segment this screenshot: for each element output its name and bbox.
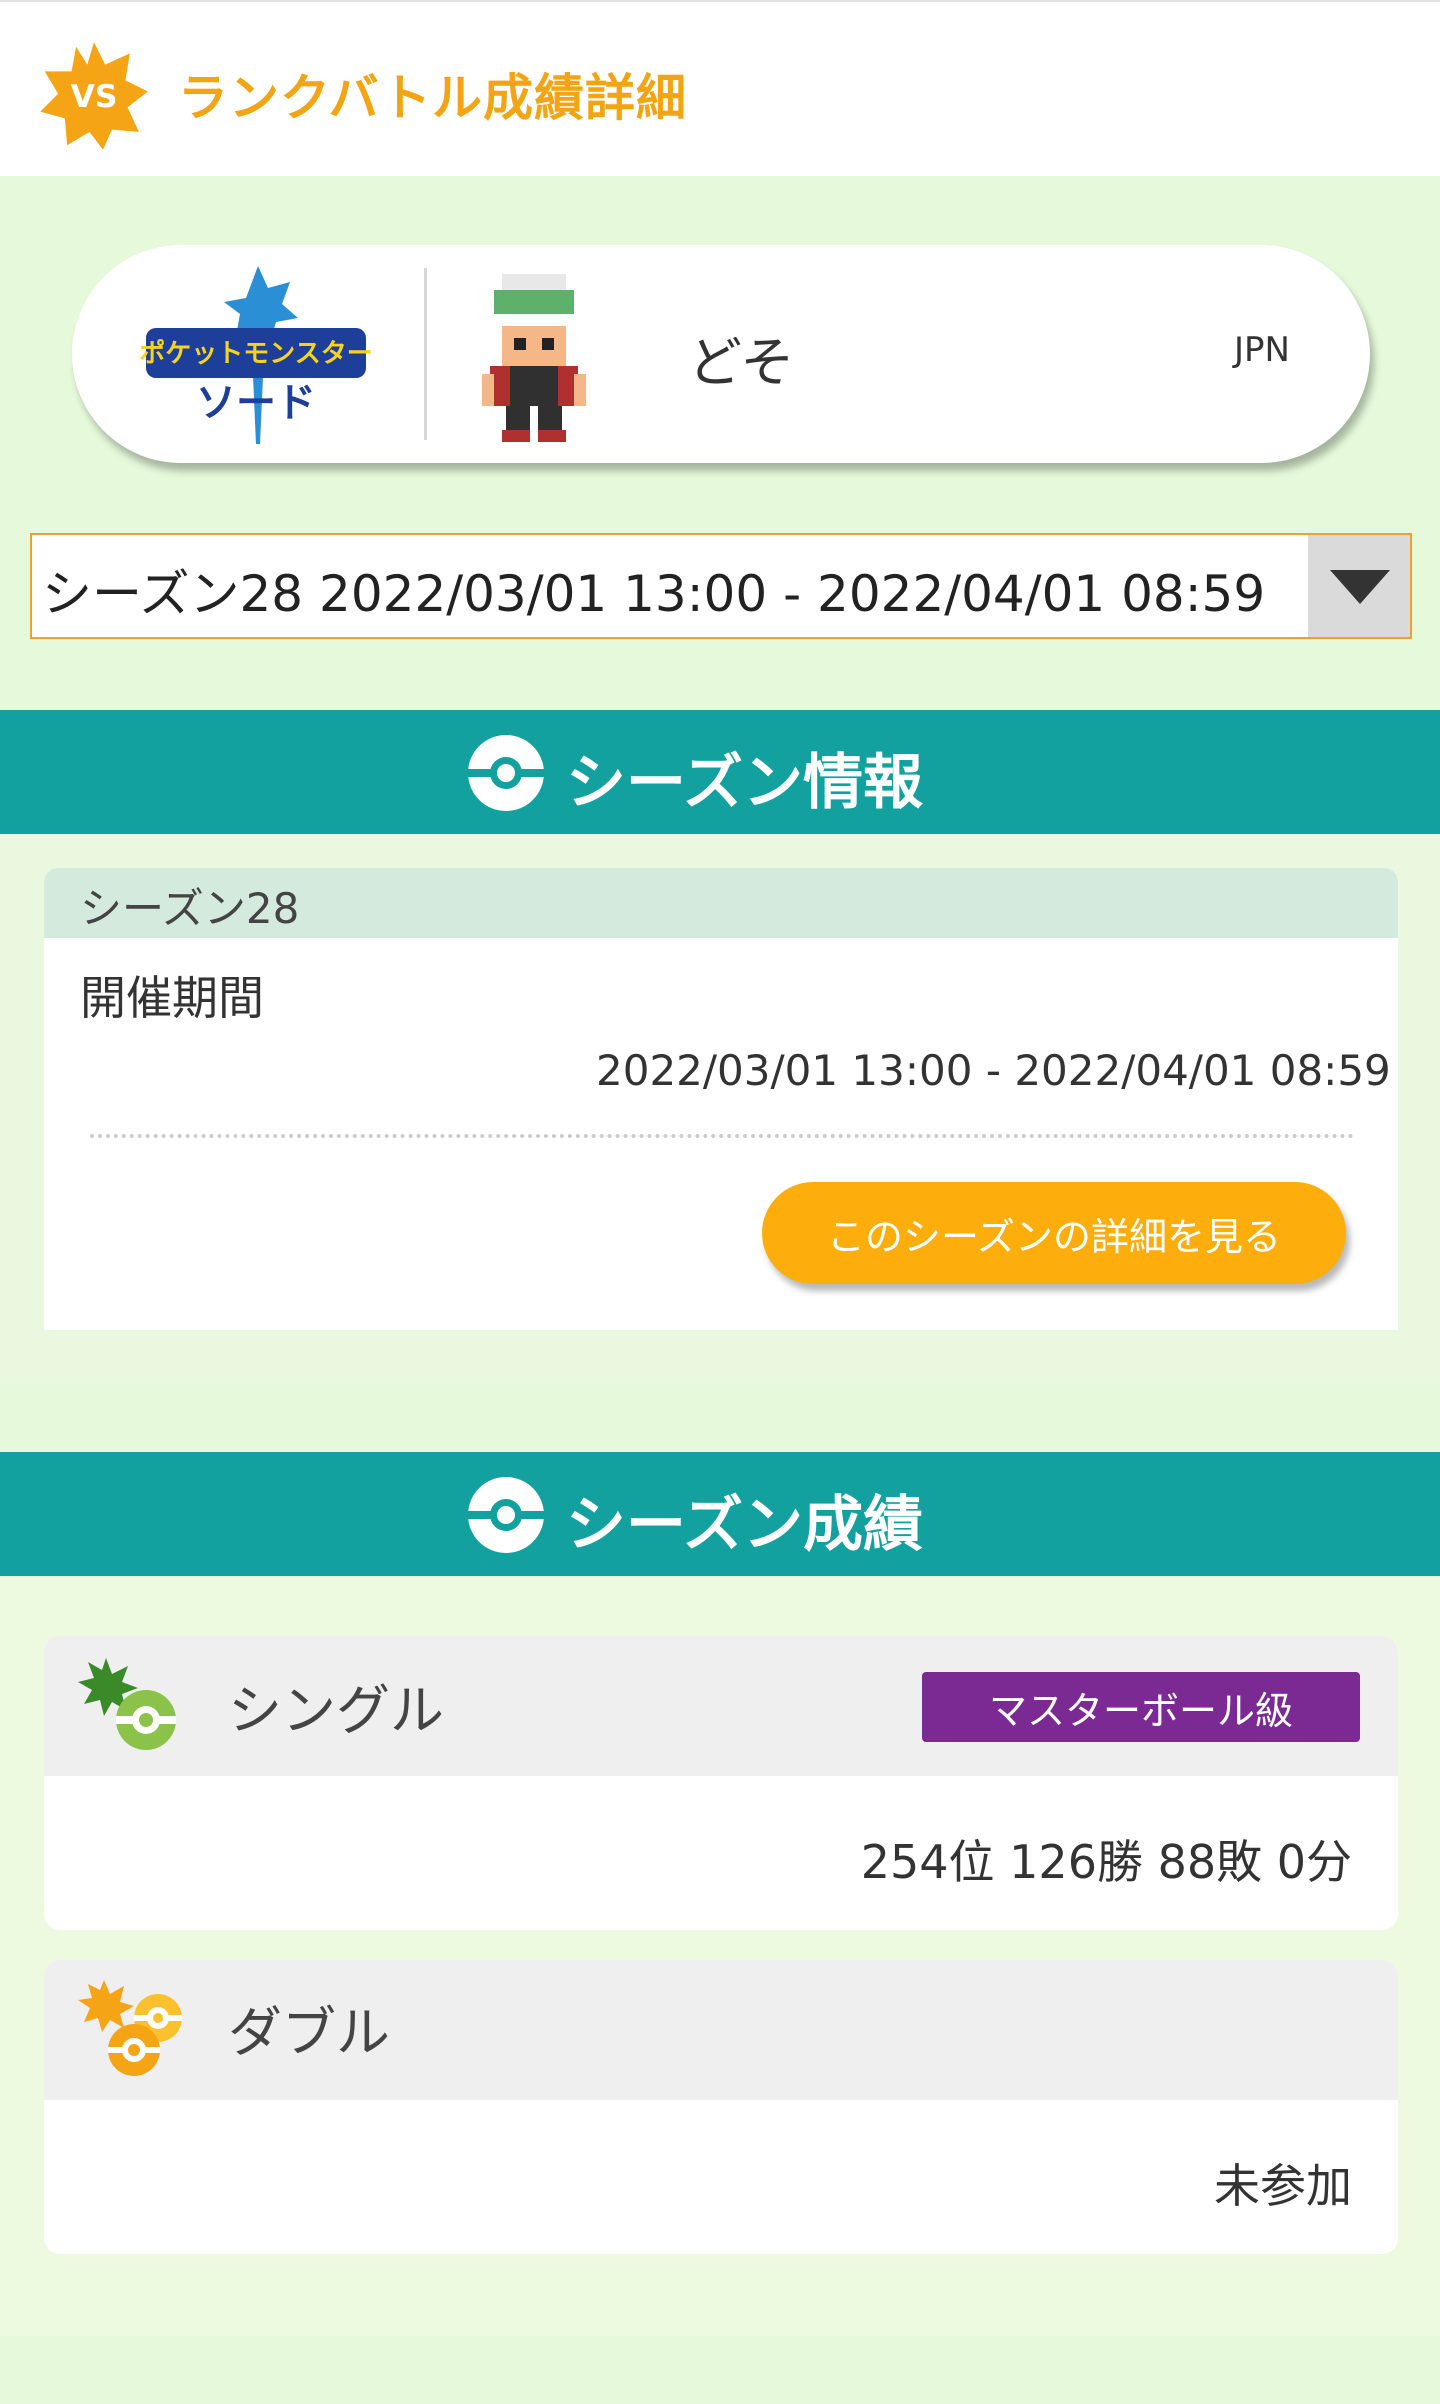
vs-badge-text: VS [71, 79, 118, 115]
season-results-title: シーズン成績 [566, 1490, 923, 1560]
game-logo-text-top: ポケットモンスター [140, 338, 372, 369]
player-name: どそ [688, 331, 795, 394]
period-value: 2022/03/01 13:00 - 2022/04/01 08:59 [596, 1046, 1391, 1095]
season-label: シーズン28 [80, 884, 300, 933]
period-label: 開催期間 [80, 971, 264, 1025]
master-ball-rank-badge: マスターボール級 [922, 1672, 1360, 1742]
page-title: ランクバトル成績詳細 [178, 69, 687, 127]
double-battle-icon [78, 1980, 182, 2076]
game-logo-icon: ポケットモンスター ソード [140, 266, 372, 444]
double-record: 未参加 [1214, 2159, 1352, 2213]
season-detail-button[interactable]: このシーズンの詳細を見る [762, 1182, 1346, 1284]
chevron-down-icon[interactable] [1330, 570, 1390, 604]
vs-badge-icon: VS [40, 42, 148, 150]
double-label: ダブル [228, 2001, 390, 2064]
season-select-value[interactable]: シーズン28 2022/03/01 13:00 - 2022/04/01 08:… [42, 554, 1265, 626]
trainer-avatar-icon [482, 274, 586, 442]
season-info-title: シーズン情報 [566, 748, 923, 818]
pokeball-icon [466, 1477, 546, 1553]
single-label: シングル [228, 1679, 444, 1742]
card-divider [424, 268, 427, 440]
pokeball-icon [466, 735, 546, 811]
single-record: 254位 126勝 88敗 0分 [860, 1835, 1352, 1889]
game-logo-text-bottom: ソード [196, 380, 316, 426]
player-region: JPN [1234, 330, 1290, 370]
single-battle-icon [78, 1658, 176, 1750]
dotted-divider [90, 1134, 1354, 1138]
